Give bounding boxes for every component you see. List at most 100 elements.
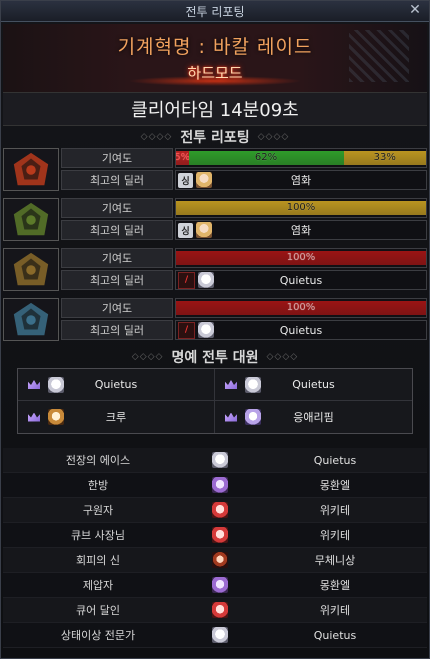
title-bar[interactable]: 전투 리포팅 ✕ [1, 1, 429, 22]
contribution-label: 기여도 [61, 148, 173, 168]
window-title: 전투 리포팅 [185, 4, 245, 19]
title-award-row[interactable]: 큐어 달인 위키테 [3, 598, 427, 623]
contribution-label: 기여도 [61, 248, 173, 268]
award-avatar [211, 602, 228, 618]
contribution-percent: 33% [373, 152, 396, 163]
honor-member[interactable]: Quietus [215, 369, 412, 401]
award-player-name: 위키테 [319, 604, 351, 617]
contribution-percent: 62% [254, 152, 278, 163]
honor-member[interactable]: 크루 [18, 401, 215, 433]
award-player-name: 위키테 [319, 529, 351, 542]
title-award-row[interactable]: 구원자 위키테 [3, 498, 427, 523]
title-award-row[interactable]: 전장의 에이스 Quietus [3, 448, 427, 473]
contribution-label: 기여도 [61, 298, 173, 318]
award-player-name: 위키테 [319, 504, 351, 517]
leaf-boss-icon [3, 198, 59, 241]
phase-row: 기여도 5% 62% 33% 최고의 딜러 싱 염화 [3, 148, 427, 191]
contribution-row: 기여도 100% [61, 248, 427, 268]
best-dealer-row: 최고의 딜러 / Quietus [61, 270, 427, 290]
battle-report-window: 전투 리포팅 ✕ 기계혁명 : 바칼 레이드 하드모드 클리어타임 14분09초… [0, 0, 430, 659]
honor-member-name: Quietus [94, 378, 138, 391]
title-award-row[interactable]: 제압자 몽환엘 [3, 573, 427, 598]
honor-section-title: 명예 전투 대원 [171, 350, 259, 366]
honor-members-grid: Quietus Quietus 크루 응애리핌 [17, 368, 413, 434]
report-section-title: 전투 리포팅 [180, 130, 250, 146]
award-title: 회피의 신 [76, 554, 120, 567]
award-avatar [211, 552, 228, 568]
title-award-row[interactable]: 상태이상 전문가 Quietus [3, 623, 427, 648]
close-icon[interactable]: ✕ [407, 2, 423, 18]
award-avatar-cell [193, 502, 243, 518]
best-dealer-row: 최고의 딜러 싱 염화 [61, 220, 427, 240]
title-award-row[interactable]: 한방 몽환엘 [3, 473, 427, 498]
report-section-header: ◇◇◇◇ 전투 리포팅 ◇◇◇◇ [1, 126, 429, 148]
award-player-name: 몽환엘 [319, 579, 351, 592]
award-title: 큐브 사장님 [70, 529, 126, 542]
award-avatar-cell [193, 627, 243, 643]
award-title: 상태이상 전문가 [60, 629, 136, 642]
gold-boss-icon [3, 248, 59, 291]
raid-title: 기계혁명 : 바칼 레이드 [117, 36, 313, 58]
best-dealer-label: 최고의 딜러 [61, 170, 173, 190]
award-title: 구원자 [82, 504, 114, 517]
phase-row: 기여도 100% 최고의 딜러 / Quietus [3, 248, 427, 291]
honor-member-name: 응애리핌 [293, 411, 334, 424]
contribution-bar: 100% [175, 248, 427, 268]
difficulty-label: 하드모드 [187, 64, 243, 82]
award-avatar-cell [193, 577, 243, 593]
phase-details: 기여도 100% 최고의 딜러 / Quietus [61, 298, 427, 341]
award-player-name: Quietus [313, 628, 357, 642]
ornament-right: ◇◇◇◇ [266, 352, 299, 362]
award-avatar-cell [193, 477, 243, 493]
ice-boss-icon [3, 298, 59, 341]
contribution-bar: 5% 62% 33% [175, 148, 427, 168]
best-dealer-value[interactable]: / Quietus [175, 320, 427, 340]
best-dealer-name: Quietus [279, 273, 323, 287]
award-avatar [211, 502, 228, 518]
clear-time: 클리어타임 14분09초 [3, 92, 427, 126]
best-dealer-value[interactable]: 싱 염화 [175, 170, 427, 190]
contribution-percent: 100% [286, 302, 316, 313]
best-dealer-name: Quietus [279, 323, 323, 337]
contribution-row: 기여도 5% 62% 33% [61, 148, 427, 168]
phase-row: 기여도 100% 최고의 딜러 / Quietus [3, 298, 427, 341]
best-dealer-value[interactable]: 싱 염화 [175, 220, 427, 240]
honor-member[interactable]: Quietus [18, 369, 215, 401]
fire-boss-icon [3, 148, 59, 191]
honor-member[interactable]: 응애리핌 [215, 401, 412, 433]
contribution-label: 기여도 [61, 198, 173, 218]
raid-banner: 기계혁명 : 바칼 레이드 하드모드 [3, 24, 427, 92]
phase-row: 기여도 100% 최고의 딜러 싱 염화 [3, 198, 427, 241]
ornament-left: ◇◇◇◇ [131, 352, 164, 362]
best-dealer-label: 최고의 딜러 [61, 220, 173, 240]
title-award-row[interactable]: 큐브 사장님 위키테 [3, 523, 427, 548]
best-dealer-name: 염화 [290, 174, 312, 187]
award-avatar [211, 577, 228, 593]
award-player-name: Quietus [313, 453, 357, 467]
award-avatar [211, 627, 228, 643]
award-avatar-cell [193, 552, 243, 568]
honor-member-name: Quietus [292, 378, 335, 391]
best-dealer-name: 염화 [290, 224, 312, 237]
phase-details: 기여도 5% 62% 33% 최고의 딜러 싱 염화 [61, 148, 427, 191]
title-award-list: 전장의 에이스 Quietus 한방 몽환엘 구원자 위키테 큐브 사장님 위키테 회피의 신무… [3, 448, 427, 648]
award-avatar-cell [193, 452, 243, 468]
best-dealer-label: 최고의 딜러 [61, 270, 173, 290]
best-dealer-row: 최고의 딜러 싱 염화 [61, 170, 427, 190]
award-avatar [211, 452, 228, 468]
award-avatar-cell [193, 527, 243, 543]
ornament-right: ◇◇◇◇ [257, 132, 290, 142]
contribution-bar: 100% [175, 198, 427, 218]
honor-member-name: 크루 [105, 411, 127, 424]
award-title: 큐어 달인 [76, 604, 120, 617]
best-dealer-row: 최고의 딜러 / Quietus [61, 320, 427, 340]
contribution-row: 기여도 100% [61, 298, 427, 318]
contribution-percent: 100% [286, 202, 316, 213]
title-award-row[interactable]: 회피의 신 무체니상 [3, 548, 427, 573]
ornament-left: ◇◇◇◇ [140, 132, 173, 142]
best-dealer-value[interactable]: / Quietus [175, 270, 427, 290]
contribution-row: 기여도 100% [61, 198, 427, 218]
phase-list: 기여도 5% 62% 33% 최고의 딜러 싱 염화 기여도 100% 최고의 딜러 싱 염화 기여도 1… [1, 148, 429, 341]
award-player-name: 몽환엘 [319, 479, 351, 492]
phase-details: 기여도 100% 최고의 딜러 싱 염화 [61, 198, 427, 241]
